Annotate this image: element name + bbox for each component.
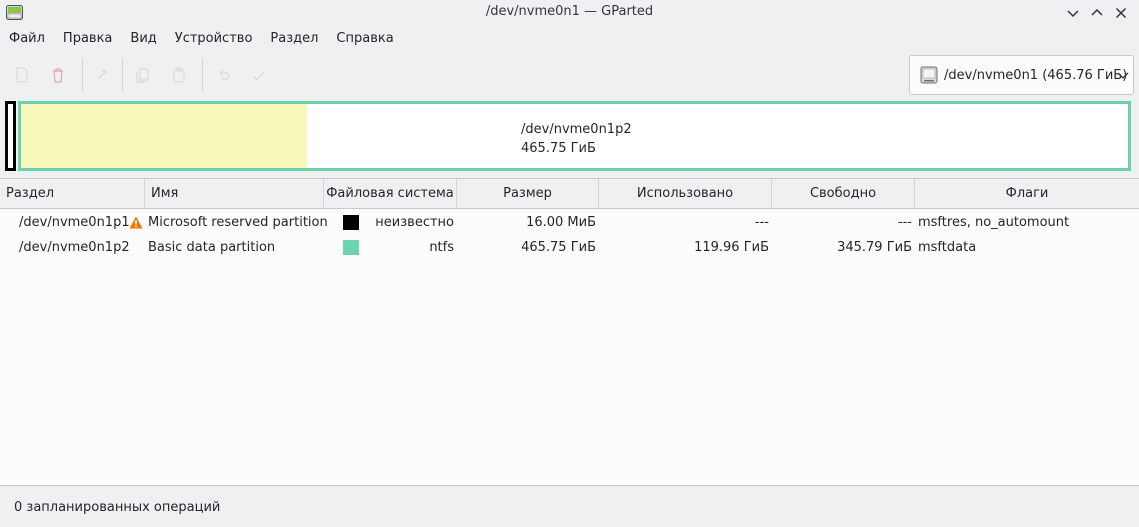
title-bar: /dev/nvme0n1 — GParted [0, 0, 1139, 26]
undo-button[interactable] [213, 65, 233, 85]
column-header-used[interactable]: Использовано [599, 179, 772, 209]
undo-icon [219, 69, 230, 80]
copy-button[interactable] [133, 65, 153, 85]
table-row[interactable]: /dev/nvme0n1p1 Microsoft reserved partit… [0, 210, 1139, 235]
disk-map-label: /dev/nvme0n1p2 465.75 ГиБ [521, 120, 632, 158]
cell-flags: msftres, no_automount [918, 215, 1070, 230]
toolbar-separator [122, 58, 123, 92]
column-header-size[interactable]: Размер [457, 179, 599, 209]
delete-partition-button[interactable] [48, 65, 68, 85]
disk-map-partition-size: 465.75 ГиБ [521, 141, 596, 156]
paste-button[interactable] [169, 65, 189, 85]
menu-partition[interactable]: Раздел [261, 29, 327, 51]
toolbar-separator [202, 58, 203, 92]
chevron-down-icon [1117, 72, 1129, 79]
minimize-button[interactable] [1063, 3, 1083, 23]
column-header-filesystem[interactable]: Файловая система [324, 179, 457, 209]
menu-bar: Файл Правка Вид Устройство Раздел Справк… [0, 29, 403, 51]
column-header-partition[interactable]: Раздел [0, 179, 145, 209]
cell-name: Basic data partition [148, 240, 276, 255]
cell-size: 16.00 МиБ [526, 215, 596, 230]
disk-map-partition-name: /dev/nvme0n1p2 [521, 122, 632, 137]
cell-flags: msftdata [918, 240, 977, 255]
menu-file[interactable]: Файл [0, 29, 54, 51]
cell-used: 119.96 ГиБ [694, 240, 769, 255]
column-header-flags[interactable]: Флаги [915, 179, 1139, 209]
close-icon [1115, 7, 1127, 19]
window-title: /dev/nvme0n1 — GParted [485, 4, 654, 19]
cell-partition: /dev/nvme0n1p1 [19, 215, 130, 230]
close-button[interactable] [1111, 3, 1131, 23]
device-selector-label: /dev/nvme0n1 (465.76 ГиБ) [944, 67, 1128, 83]
paste-icon [173, 67, 185, 83]
harddisk-icon [920, 66, 938, 84]
chevron-up-icon [1091, 8, 1103, 16]
cell-size: 465.75 ГиБ [521, 240, 596, 255]
cell-used: --- [754, 215, 769, 230]
resize-move-button[interactable] [92, 65, 112, 85]
disk-map-used-space [21, 104, 307, 168]
new-partition-button[interactable] [12, 65, 32, 85]
copy-icon [136, 68, 149, 83]
resize-icon [97, 70, 107, 80]
disk-map: /dev/nvme0n1p2 465.75 ГиБ [0, 99, 1139, 174]
disk-map-partition-p2[interactable]: /dev/nvme0n1p2 465.75 ГиБ [18, 101, 1131, 171]
cell-free: 345.79 ГиБ [837, 240, 912, 255]
table-header: Раздел Имя Файловая система Размер Испол… [0, 179, 1139, 209]
maximize-button[interactable] [1087, 3, 1107, 23]
warning-icon [129, 216, 143, 229]
partition-table: Раздел Имя Файловая система Размер Испол… [0, 178, 1139, 486]
table-row[interactable]: /dev/nvme0n1p2 Basic data partition ntfs… [0, 235, 1139, 260]
cell-free: --- [897, 215, 912, 230]
filesystem-color-swatch [343, 215, 359, 230]
disk-map-partition-p1[interactable] [5, 101, 16, 171]
checkmark-icon [252, 70, 266, 81]
device-selector[interactable]: /dev/nvme0n1 (465.76 ГиБ) [909, 55, 1134, 95]
cell-partition: /dev/nvme0n1p2 [19, 240, 130, 255]
filesystem-color-swatch [343, 240, 359, 255]
menu-help[interactable]: Справка [327, 29, 402, 51]
column-header-name[interactable]: Имя [145, 179, 324, 209]
apply-button[interactable] [249, 65, 269, 85]
menu-device[interactable]: Устройство [166, 29, 262, 51]
cell-filesystem: ntfs [429, 240, 454, 255]
toolbar [0, 56, 900, 94]
toolbar-separator [82, 58, 83, 92]
menu-view[interactable]: Вид [121, 29, 165, 51]
trash-icon [53, 68, 63, 83]
menu-edit[interactable]: Правка [54, 29, 121, 51]
cell-name: Microsoft reserved partition [148, 215, 328, 230]
chevron-down-icon [1067, 10, 1079, 18]
cell-filesystem: неизвестно [375, 215, 454, 230]
new-document-icon [16, 67, 28, 83]
column-header-free[interactable]: Свободно [772, 179, 915, 209]
status-bar: 0 запланированных операций [14, 500, 221, 515]
